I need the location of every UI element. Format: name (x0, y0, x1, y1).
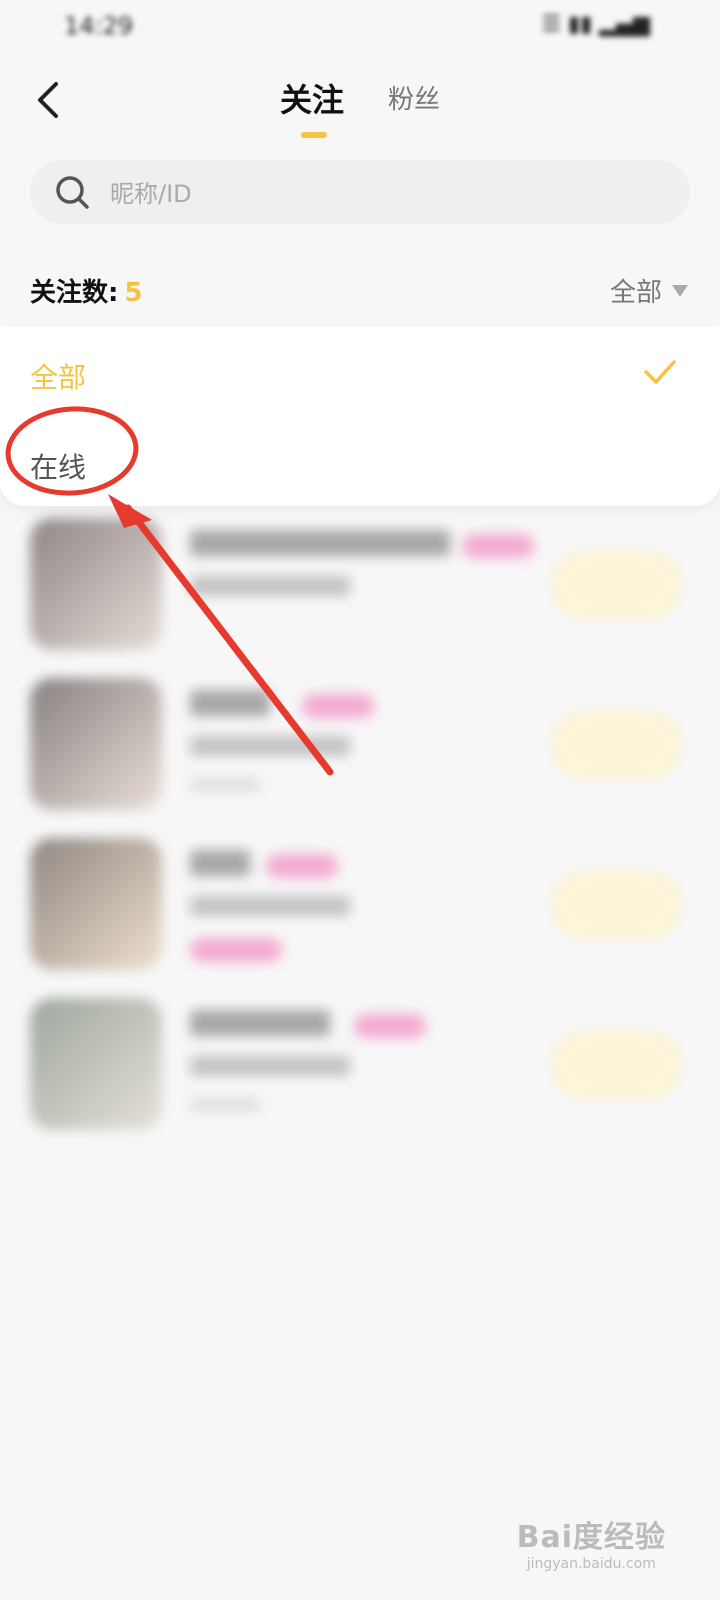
user-status (190, 1098, 260, 1112)
status-time: 14:29 (64, 12, 134, 40)
filter-option-online[interactable]: 在线 (30, 446, 86, 486)
follow-button[interactable] (552, 872, 680, 938)
user-name (190, 530, 450, 556)
user-id (190, 576, 350, 596)
follow-count: 关注数: 5 (30, 272, 143, 309)
user-badge (354, 1014, 426, 1038)
user-id (190, 1056, 350, 1076)
user-badge (462, 534, 534, 558)
avatar (30, 678, 162, 810)
user-badge (302, 694, 374, 718)
watermark-url: jingyan.baidu.com (526, 1556, 656, 1572)
avatar (30, 518, 162, 650)
filter-option-all[interactable]: 全部 (30, 356, 86, 396)
search-icon (56, 176, 89, 209)
caret-down-icon (672, 284, 688, 297)
follow-button[interactable] (552, 712, 680, 778)
chevron-left-icon (38, 82, 58, 118)
user-name (190, 1010, 330, 1036)
user-id (190, 736, 350, 756)
watermark-logo: Bai度经验 (516, 1520, 666, 1555)
follow-button[interactable] (552, 552, 680, 618)
search-input[interactable]: 昵称/ID (30, 160, 690, 224)
search-placeholder: 昵称/ID (110, 180, 192, 208)
filter-dropdown[interactable]: 全部 (610, 272, 690, 309)
status-icons: ☰ ▮▮ ▂▄▆ (541, 12, 650, 37)
back-button[interactable] (30, 78, 70, 122)
user-name (190, 850, 250, 876)
tab-fans[interactable]: 粉丝 (388, 78, 440, 122)
filter-menu: 全部 在线 (0, 326, 720, 506)
avatar (30, 998, 162, 1130)
follow-button[interactable] (552, 1032, 680, 1098)
list-item[interactable] (0, 998, 720, 1138)
follow-count-label: 关注数: (30, 278, 119, 308)
tab-follow[interactable]: 关注 (280, 78, 344, 122)
tab-indicator (301, 132, 327, 138)
user-id (190, 896, 350, 916)
check-icon (644, 360, 676, 384)
watermark: Bai度经验 jingyan.baidu.com (517, 1512, 666, 1572)
list-item[interactable] (0, 838, 720, 978)
user-badge (266, 854, 338, 878)
avatar (30, 838, 162, 970)
list-item[interactable] (0, 518, 720, 658)
user-tag (190, 938, 282, 962)
user-status (190, 778, 260, 792)
follow-count-value: 5 (124, 278, 143, 308)
following-list (0, 518, 720, 1168)
user-name (190, 690, 270, 716)
list-item[interactable] (0, 678, 720, 818)
filter-current: 全部 (609, 278, 662, 308)
status-bar: 14:29 ☰ ▮▮ ▂▄▆ (0, 0, 720, 56)
